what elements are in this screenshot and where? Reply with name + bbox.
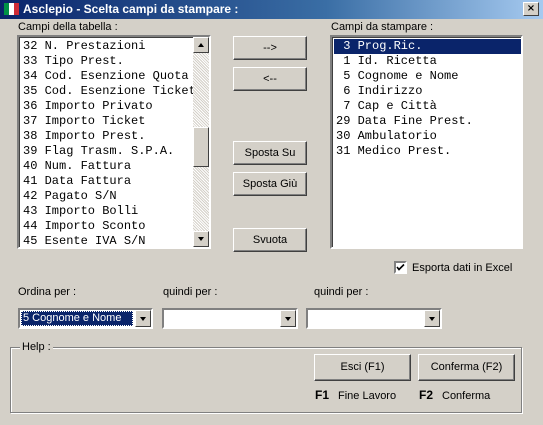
window-title: Asclepio - Scelta campi da stampare : [23,2,239,16]
list-item[interactable]: 7 Cap e Città [334,99,521,114]
scroll-thumb[interactable] [193,127,209,167]
list-item[interactable]: 37 Importo Ticket [21,114,193,129]
arrow-down-icon [198,237,204,241]
sort-label-1: Ordina per : [18,286,77,298]
sort-select-3-dropdown[interactable] [424,310,440,327]
scroll-down-button[interactable] [193,231,209,247]
sort-select-1-value: 5 Cognome e Nome [21,311,133,326]
exit-button[interactable]: Esci (F1) [314,354,411,381]
f2-key: F2 [419,388,434,402]
list-item[interactable]: 41 Data Fattura [21,174,193,189]
add-field-button[interactable]: --> [233,36,307,60]
list-item[interactable]: 44 Importo Sconto [21,219,193,234]
table-fields-label: Campi della tabella : [18,21,118,33]
list-item[interactable]: 6 Indirizzo [334,84,521,99]
list-item[interactable]: 35 Cod. Esenzione Ticket [21,84,193,99]
table-fields-scrollbar[interactable] [193,37,209,247]
arrow-up-icon [198,43,204,47]
print-fields-label: Campi da stampare : [331,21,434,33]
list-item[interactable]: 1 Id. Ricetta [334,54,521,69]
list-item[interactable]: 39 Flag Trasm. S.P.A. [21,144,193,159]
checkmark-icon [396,263,405,271]
print-fields-items: 3 Prog.Ric. 1 Id. Ricetta 5 Cognome e No… [334,39,521,159]
list-item[interactable]: 31 Medico Prest. [334,144,521,159]
list-item[interactable]: 5 Cognome e Nome [334,69,521,84]
sort-select-1-dropdown[interactable] [135,310,151,327]
list-item[interactable]: 36 Importo Privato [21,99,193,114]
table-fields-items: 32 N. Prestazioni 33 Tipo Prest. 34 Cod. E… [21,39,193,247]
f1-key: F1 [315,388,330,402]
list-item[interactable]: 3 Prog.Ric. [334,39,521,54]
list-item[interactable]: 45 Esente IVA S/N [21,234,193,247]
title-bar: Asclepio - Scelta campi da stampare : × [0,0,543,19]
list-item[interactable]: 33 Tipo Prest. [21,54,193,69]
export-excel-label: Esporta dati in Excel [412,262,513,274]
list-item[interactable]: 29 Data Fine Prest. [334,114,521,129]
move-up-button[interactable]: Sposta Su [233,141,307,165]
list-item[interactable]: 38 Importo Prest. [21,129,193,144]
sort-select-1[interactable]: 5 Cognome e Nome [18,308,153,329]
export-excel-checkbox[interactable] [394,261,407,274]
list-item[interactable]: 30 Ambulatorio [334,129,521,144]
list-item[interactable]: 34 Cod. Esenzione Quota F [21,69,193,84]
remove-field-button[interactable]: <-- [233,67,307,91]
print-fields-list[interactable]: 3 Prog.Ric. 1 Id. Ricetta 5 Cognome e No… [330,35,523,249]
move-down-button[interactable]: Sposta Giù [233,172,307,196]
sort-label-2: quindi per : [163,286,218,298]
sort-select-2-value [165,311,278,326]
sort-select-2[interactable] [162,308,298,329]
table-fields-list[interactable]: 32 N. Prestazioni 33 Tipo Prest. 34 Cod. E… [17,35,211,249]
chevron-down-icon [285,317,291,321]
chevron-down-icon [429,317,435,321]
list-item[interactable]: 42 Pagato S/N [21,189,193,204]
chevron-down-icon [140,317,146,321]
close-icon: × [526,3,536,14]
sort-select-3-value [309,311,422,326]
sort-select-3[interactable] [306,308,442,329]
sort-label-3: quindi per : [314,286,369,298]
close-button[interactable]: × [523,2,539,16]
f2-description: Conferma [442,390,491,402]
list-item[interactable]: 43 Importo Bolli [21,204,193,219]
list-item[interactable]: 40 Num. Fattura [21,159,193,174]
sort-select-2-dropdown[interactable] [280,310,296,327]
help-label: Help : [20,341,53,354]
confirm-button[interactable]: Conferma (F2) [418,354,515,381]
italian-flag-icon [4,3,19,15]
list-item[interactable]: 32 N. Prestazioni [21,39,193,54]
f1-description: Fine Lavoro [338,390,397,402]
scroll-up-button[interactable] [193,37,209,53]
clear-button[interactable]: Svuota [233,228,307,252]
